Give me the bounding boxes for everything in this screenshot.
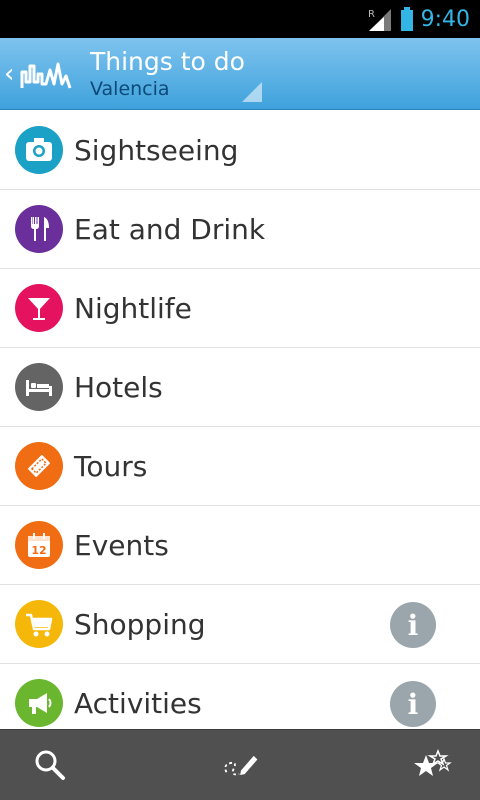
cocktail-icon [15,284,63,332]
info-icon[interactable]: i [390,681,436,727]
app-bar: ‹ Things to do Valencia [0,38,480,110]
list-item-label: Eat and Drink [74,212,266,246]
back-chevron-icon[interactable]: ‹ [4,61,18,87]
list-item-label: Sightseeing [74,133,239,167]
page-title: Things to do [90,46,245,76]
list-item-label: Activities [74,686,202,720]
list-item-activities[interactable]: Activities i [0,664,480,729]
list-item-label: Events [74,528,169,562]
info-icon[interactable]: i [390,602,436,648]
bottom-action-bar [0,729,480,800]
list-item-label: Shopping [74,607,206,641]
status-bar: R 9:40 [0,0,480,38]
battery-icon [400,7,413,31]
title-block[interactable]: Things to do Valencia [90,47,245,101]
calendar-icon: 12 [15,521,63,569]
ticket-icon [15,442,63,490]
camera-icon [15,126,63,174]
fork-knife-icon [15,205,63,253]
city-skyline-logo-icon[interactable] [20,54,72,94]
list-item-sightseeing[interactable]: Sightseeing [0,111,480,190]
status-time: 9:40 [420,6,470,32]
bed-icon [15,363,63,411]
list-item-nightlife[interactable]: Nightlife [0,269,480,348]
shopping-cart-icon [15,600,63,648]
list-item-label: Nightlife [74,291,192,325]
list-item-shopping[interactable]: Shopping i [0,585,480,664]
dropdown-corner-icon[interactable] [242,82,262,102]
signal-roaming-label: R [368,9,375,20]
city-subtitle: Valencia [90,77,170,100]
list-item-tours[interactable]: Tours [0,427,480,506]
list-item-label: Hotels [74,370,163,404]
list-item-eat-and-drink[interactable]: Eat and Drink [0,190,480,269]
list-item-hotels[interactable]: Hotels [0,348,480,427]
megaphone-icon [15,679,63,727]
favorites-stars-icon[interactable] [412,745,452,785]
calendar-day-number: 12 [31,544,46,557]
category-list: Sightseeing Eat and Drink Nightlife Hote… [0,111,480,729]
route-pencil-icon[interactable] [221,745,261,785]
signal-icon: R [367,7,393,31]
list-item-events[interactable]: 12 Events [0,506,480,585]
list-item-label: Tours [74,449,148,483]
search-icon[interactable] [30,745,70,785]
